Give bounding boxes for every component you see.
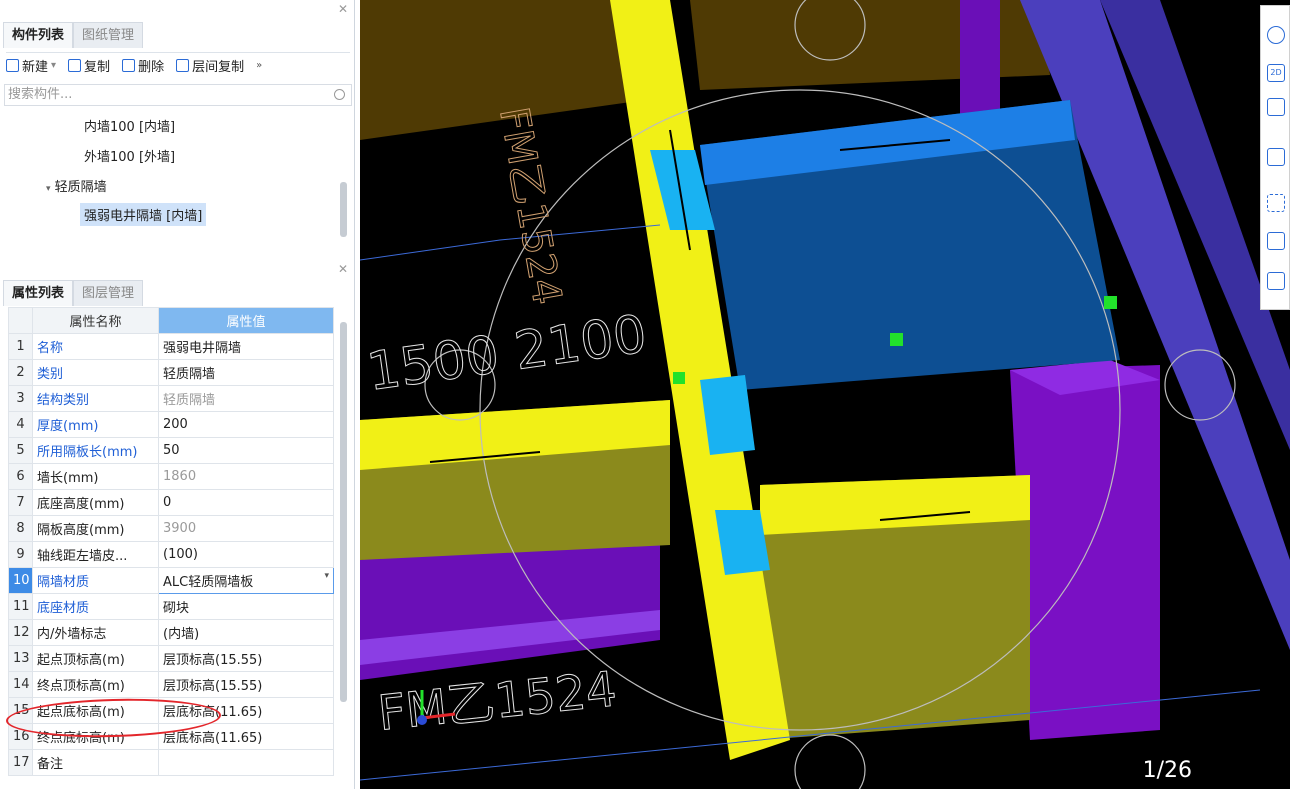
cad-label: 1500 2100 (363, 304, 650, 403)
close-icon[interactable]: ✕ (338, 262, 348, 276)
table-row-selected[interactable]: 10 隔墙材质 ALC轻质隔墙板 ▾ (8, 567, 334, 594)
tree-item[interactable]: 外墙100 [外墙] (84, 146, 175, 165)
table-row[interactable]: 7 底座高度(mm) 0 (8, 489, 334, 516)
table-row[interactable]: 12 内/外墙标志 (内墙) (8, 619, 334, 646)
copy-between-floors-button[interactable]: 层间复制 (176, 56, 244, 75)
search-input[interactable]: 搜索构件... (4, 84, 352, 106)
grip-point[interactable] (673, 372, 685, 384)
orbit-icon[interactable] (1267, 26, 1285, 44)
component-tabs: 构件列表 图纸管理 (3, 22, 144, 48)
view-toolbar: 2D (1260, 5, 1290, 310)
table-row[interactable]: 4 厚度(mm) 200 (8, 411, 334, 438)
column (1010, 365, 1160, 740)
tree-item[interactable]: 内墙100 [内墙] (84, 116, 175, 135)
new-icon (6, 59, 19, 72)
settings-list-icon[interactable] (1267, 272, 1285, 290)
model-canvas[interactable]: 1500 2100 FM乙1524 FM乙1524 (360, 0, 1290, 789)
page-counter: 1/26 (1142, 758, 1192, 783)
selection-box-icon[interactable] (1267, 194, 1285, 212)
copy-button[interactable]: 复制 (68, 56, 110, 75)
cad-label: FM乙1524 (490, 104, 570, 308)
table-row[interactable]: 6 墙长(mm) 1860 (8, 463, 334, 490)
table-row[interactable]: 1 名称 强弱电井隔墙 (8, 333, 334, 360)
floor-copy-icon (176, 59, 190, 72)
property-tabs: 属性列表 图层管理 (3, 280, 144, 306)
index-header (8, 307, 33, 334)
property-list-panel: ✕ 属性列表 图层管理 属性名称 属性值 1 名称 强弱电井隔墙 2 类别 轻质隔墙 3… (0, 262, 355, 789)
table-row[interactable]: 13 起点顶标高(m) 层顶标高(15.55) (8, 645, 334, 672)
scrollbar[interactable] (340, 182, 347, 237)
more-icon[interactable]: » (256, 60, 262, 71)
orbit-handle[interactable] (794, 734, 866, 789)
table-row[interactable]: 2 类别 轻质隔墙 (8, 359, 334, 386)
tab-drawing-management[interactable]: 图纸管理 (73, 22, 144, 48)
chevron-down-icon[interactable]: ▾ (324, 571, 329, 581)
property-value-header: 属性值 (158, 307, 334, 334)
property-name-header: 属性名称 (32, 307, 159, 334)
tree-item-selected[interactable]: 强弱电井隔墙 [内墙] (80, 203, 207, 226)
table-row[interactable]: 11 底座材质 砌块 (8, 593, 334, 620)
scrollbar[interactable] (340, 322, 347, 702)
cube-icon[interactable] (1267, 232, 1285, 250)
chevron-down-icon[interactable]: ▾ (51, 60, 56, 71)
tab-layer-management[interactable]: 图层管理 (73, 280, 144, 306)
table-row[interactable]: 14 终点顶标高(m) 层顶标高(15.55) (8, 671, 334, 698)
cad-line (360, 224, 661, 261)
close-icon[interactable]: ✕ (338, 2, 348, 16)
delete-button[interactable]: 删除 (122, 56, 164, 75)
expand-icon[interactable]: ▾ (46, 184, 51, 194)
tab-property-list[interactable]: 属性列表 (3, 280, 74, 306)
table-row[interactable]: 17 备注 (8, 749, 334, 776)
search-icon[interactable] (334, 89, 345, 100)
tab-component-list[interactable]: 构件列表 (3, 22, 74, 48)
trash-icon (122, 59, 136, 72)
view-3d-icon[interactable] (1267, 98, 1285, 116)
tree-group[interactable]: ▾ 轻质隔墙 (46, 176, 107, 195)
table-row[interactable]: 8 隔板高度(mm) 3900 (8, 515, 334, 542)
table-row[interactable]: 5 所用隔板长(mm) 50 (8, 437, 334, 464)
copy-icon (68, 59, 82, 72)
component-toolbar: 新建 ▾ 复制 删除 层间复制 » (6, 52, 350, 78)
table-row[interactable]: 3 结构类别 轻质隔墙 (8, 385, 334, 412)
3d-viewport[interactable]: 1500 2100 FM乙1524 FM乙1524 2D 1/26 (360, 0, 1290, 789)
new-button[interactable]: 新建 ▾ (6, 56, 56, 75)
axis-origin (417, 715, 427, 725)
grip-point[interactable] (890, 333, 903, 346)
grip-point[interactable] (1104, 296, 1117, 309)
view-2d-icon[interactable]: 2D (1267, 64, 1285, 82)
material-select[interactable]: ALC轻质隔墙板 ▾ (158, 567, 334, 594)
view-3d-solid-icon[interactable] (1267, 148, 1285, 166)
component-list-panel: ✕ 构件列表 图纸管理 新建 ▾ 复制 删除 层间复制 » 搜索构件... 内墙1… (0, 0, 355, 262)
cad-label: FM乙1524 (375, 661, 619, 742)
table-row[interactable]: 9 轴线距左墙皮... (100) (8, 541, 334, 568)
